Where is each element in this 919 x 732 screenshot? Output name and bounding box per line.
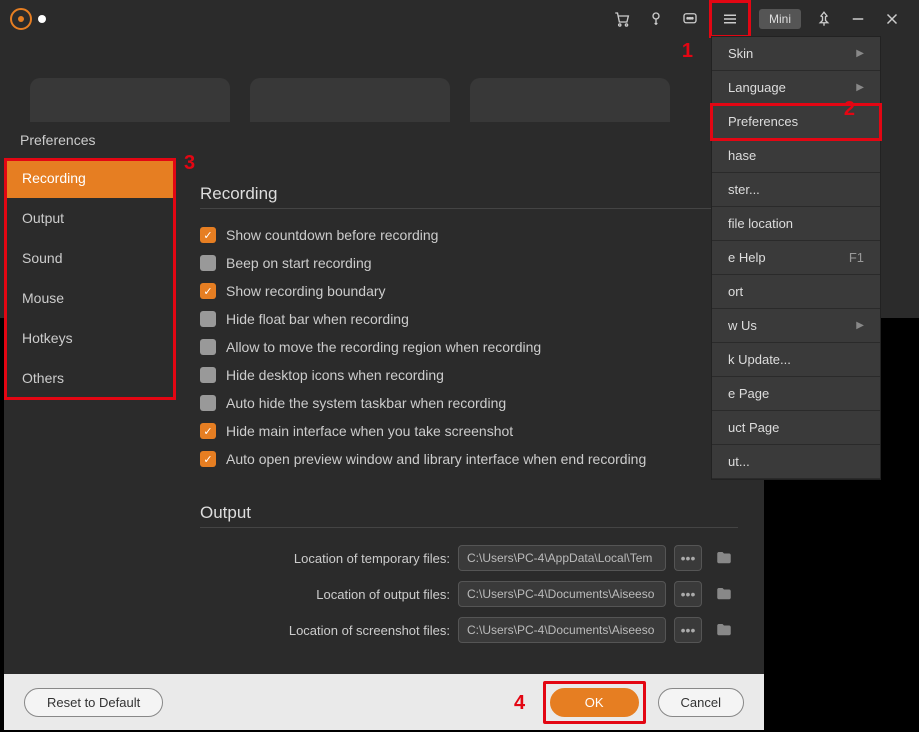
checkbox[interactable] — [200, 255, 216, 271]
dialog-sidebar: RecordingOutputSoundMouseHotkeysOthers — [4, 158, 174, 674]
menu-item-uct-page[interactable]: uct Page — [712, 411, 880, 445]
output-label: Location of temporary files: — [200, 551, 450, 566]
cancel-button[interactable]: Cancel — [658, 688, 744, 717]
checkbox[interactable] — [200, 367, 216, 383]
section-title-recording: Recording — [200, 184, 738, 209]
checkbox[interactable]: ✓ — [200, 283, 216, 299]
browse-button[interactable]: ••• — [674, 581, 702, 607]
sidebar-item-sound[interactable]: Sound — [4, 238, 174, 278]
menu-item-e-help[interactable]: e HelpF1 — [712, 241, 880, 275]
dialog-title: Preferences — [20, 132, 95, 148]
sidebar-item-mouse[interactable]: Mouse — [4, 278, 174, 318]
checkbox-row: ✓ Auto open preview window and library in… — [200, 445, 738, 473]
menu-item-e-page[interactable]: e Page — [712, 377, 880, 411]
menu-icon[interactable] — [716, 5, 744, 33]
checkbox-label: Hide float bar when recording — [226, 311, 409, 327]
menu-item-file-location[interactable]: file location — [712, 207, 880, 241]
open-folder-icon[interactable] — [710, 545, 738, 571]
preferences-dialog: Preferences RecordingOutputSoundMouseHot… — [4, 122, 764, 730]
checkbox-label: Show countdown before recording — [226, 227, 438, 243]
checkbox[interactable]: ✓ — [200, 227, 216, 243]
menu-item-hase[interactable]: hase — [712, 139, 880, 173]
output-label: Location of output files: — [200, 587, 450, 602]
main-menu-dropdown: Skin▶Language▶Preferenceshasester...file… — [711, 36, 881, 480]
chevron-right-icon: ▶ — [856, 82, 864, 93]
output-path-field[interactable] — [458, 545, 666, 571]
browse-button[interactable]: ••• — [674, 617, 702, 643]
mini-button[interactable]: Mini — [759, 9, 801, 29]
menu-item-k-update-[interactable]: k Update... — [712, 343, 880, 377]
menu-item-ut-[interactable]: ut... — [712, 445, 880, 479]
checkbox-row: Auto hide the system taskbar when record… — [200, 389, 738, 417]
checkbox[interactable]: ✓ — [200, 423, 216, 439]
output-path-row: Location of temporary files: ••• — [200, 540, 738, 576]
ok-highlight: OK — [543, 681, 646, 724]
section-title-output: Output — [200, 503, 738, 528]
sidebar-item-output[interactable]: Output — [4, 198, 174, 238]
checkbox-row: Hide desktop icons when recording — [200, 361, 738, 389]
chevron-right-icon: ▶ — [856, 48, 864, 59]
checkbox[interactable]: ✓ — [200, 451, 216, 467]
dialog-content: Recording ✓ Show countdown before recordin… — [174, 158, 764, 674]
menu-item-ster-[interactable]: ster... — [712, 173, 880, 207]
output-path-field[interactable] — [458, 581, 666, 607]
annotation-1: 1 — [682, 40, 693, 63]
checkbox-label: Hide main interface when you take screen… — [226, 423, 513, 439]
app-logo-icon — [10, 8, 32, 30]
output-path-field[interactable] — [458, 617, 666, 643]
sidebar-item-recording[interactable]: Recording — [4, 158, 174, 198]
checkbox-label: Beep on start recording — [226, 255, 372, 271]
output-path-row: Location of screenshot files: ••• — [200, 612, 738, 648]
ok-button[interactable]: OK — [550, 688, 639, 717]
rec-dot-icon — [38, 15, 46, 23]
checkbox[interactable] — [200, 311, 216, 327]
checkbox-row: ✓ Show recording boundary — [200, 277, 738, 305]
checkbox-row: Hide float bar when recording — [200, 305, 738, 333]
checkbox[interactable] — [200, 339, 216, 355]
checkbox-label: Auto open preview window and library int… — [226, 451, 646, 467]
key-icon[interactable] — [642, 5, 670, 33]
checkbox-label: Allow to move the recording region when … — [226, 339, 541, 355]
checkbox-row: ✓ Show countdown before recording — [200, 221, 738, 249]
chevron-right-icon: ▶ — [856, 320, 864, 331]
close-icon[interactable] — [878, 5, 906, 33]
annotation-4: 4 — [514, 692, 525, 715]
menu-item-w-us[interactable]: w Us▶ — [712, 309, 880, 343]
hamburger-menu-highlight — [709, 0, 751, 38]
browse-button[interactable]: ••• — [674, 545, 702, 571]
annotation-2: 2 — [844, 98, 855, 121]
minimize-icon[interactable] — [844, 5, 872, 33]
checkbox-row: Allow to move the recording region when … — [200, 333, 738, 361]
output-label: Location of screenshot files: — [200, 623, 450, 638]
checkbox[interactable] — [200, 395, 216, 411]
feedback-icon[interactable] — [676, 5, 704, 33]
open-folder-icon[interactable] — [710, 581, 738, 607]
output-path-row: Location of output files: ••• — [200, 576, 738, 612]
pin-icon[interactable] — [810, 5, 838, 33]
checkbox-label: Hide desktop icons when recording — [226, 367, 444, 383]
checkbox-label: Show recording boundary — [226, 283, 386, 299]
cart-icon[interactable] — [608, 5, 636, 33]
open-folder-icon[interactable] — [710, 617, 738, 643]
menu-item-skin[interactable]: Skin▶ — [712, 37, 880, 71]
sidebar-item-hotkeys[interactable]: Hotkeys — [4, 318, 174, 358]
checkbox-row: ✓ Hide main interface when you take scree… — [200, 417, 738, 445]
menu-item-ort[interactable]: ort — [712, 275, 880, 309]
sidebar-item-others[interactable]: Others — [4, 358, 174, 398]
dialog-footer: Reset to Default OK Cancel — [4, 674, 764, 730]
checkbox-label: Auto hide the system taskbar when record… — [226, 395, 506, 411]
dialog-header: Preferences — [4, 122, 764, 158]
checkbox-row: Beep on start recording — [200, 249, 738, 277]
titlebar: Mini — [0, 0, 919, 38]
annotation-3: 3 — [184, 152, 195, 175]
reset-button[interactable]: Reset to Default — [24, 688, 163, 717]
